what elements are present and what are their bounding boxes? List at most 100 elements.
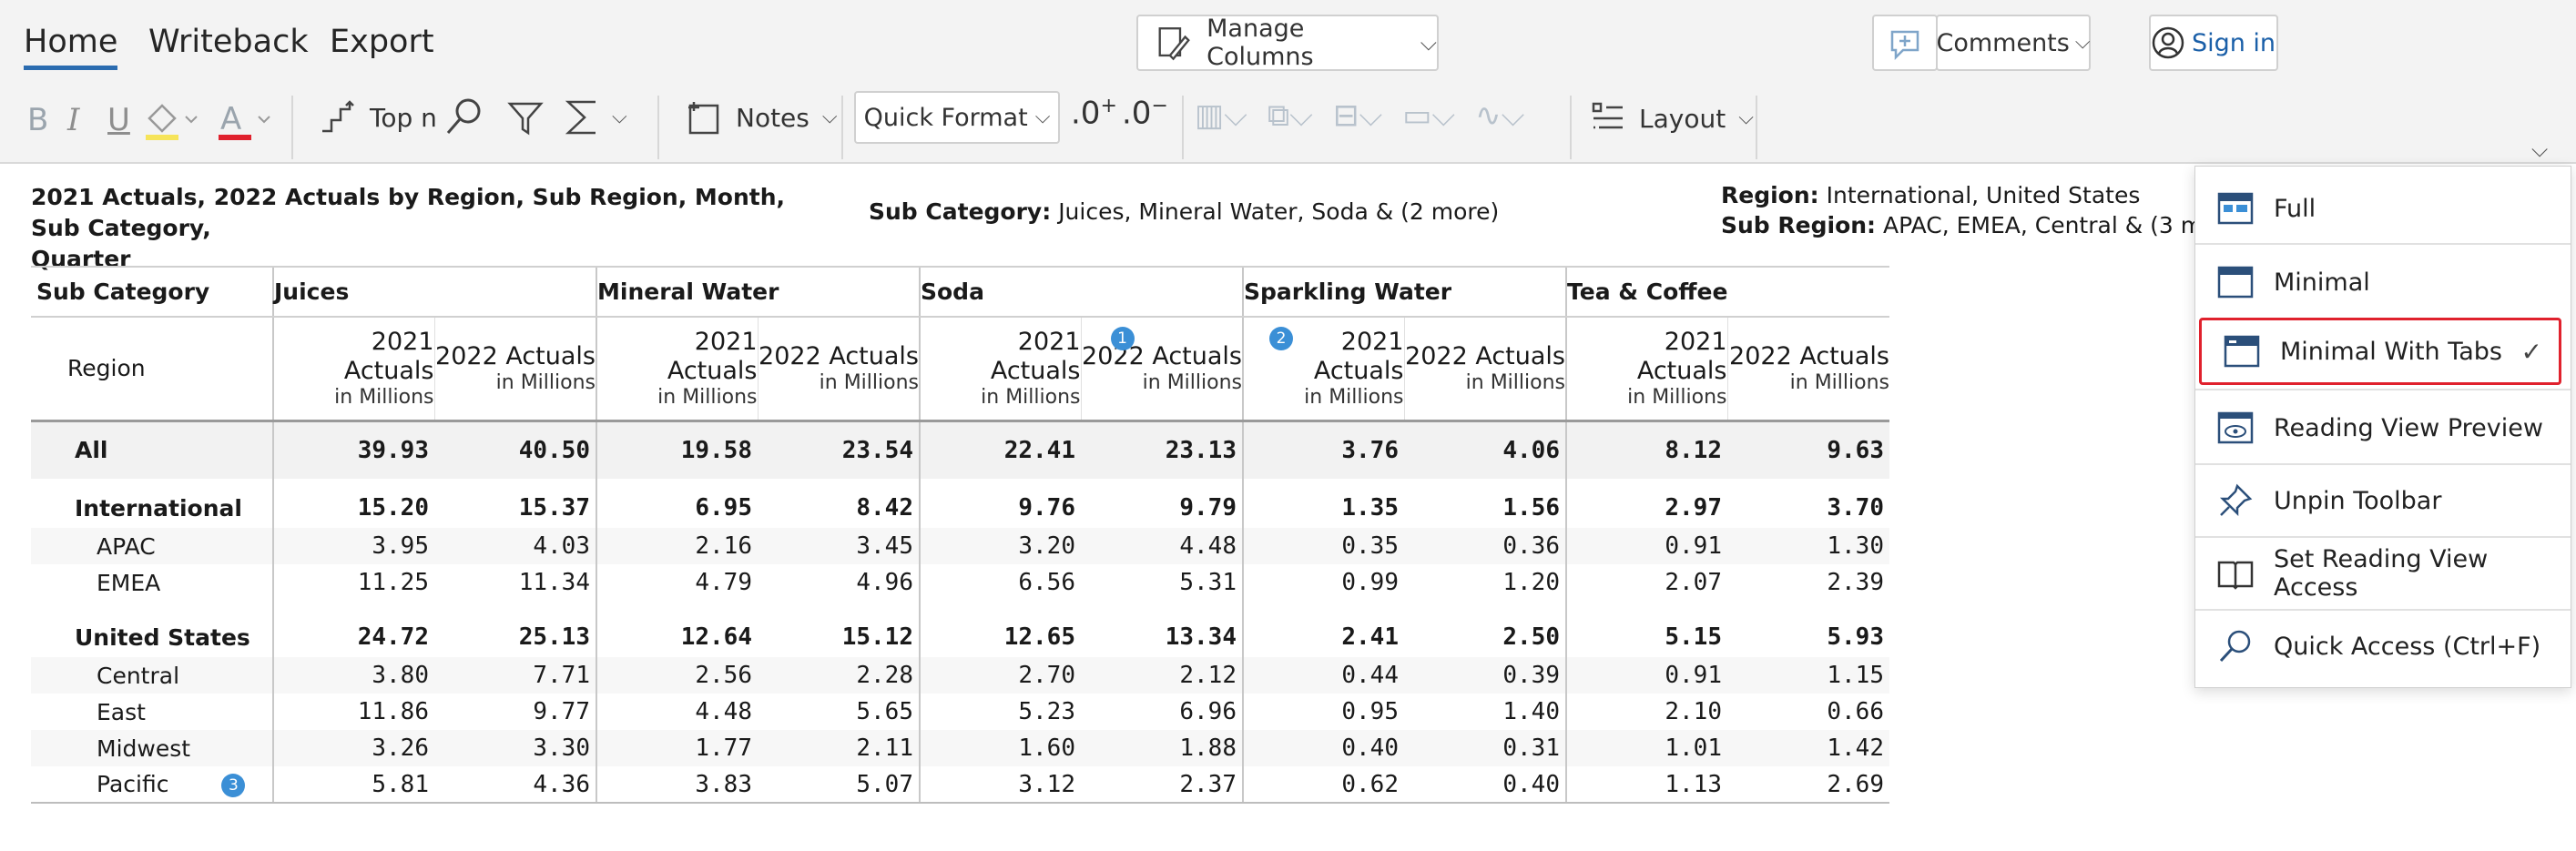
value-cell[interactable]: 4.48 [1081, 528, 1243, 564]
value-cell[interactable]: 1.77 [596, 730, 758, 766]
value-cell[interactable]: 0.95 [1242, 694, 1404, 730]
row-header[interactable]: Sub Category [31, 266, 273, 318]
value-cell[interactable]: 8.42 [758, 488, 920, 528]
value-cell[interactable]: 1.01 [1565, 730, 1727, 766]
font-color-button[interactable]: A [215, 98, 275, 147]
value-cell[interactable]: 0.44 [1242, 657, 1404, 694]
add-comment-button[interactable] [1872, 15, 1938, 71]
tab-writeback[interactable]: Writeback [148, 24, 309, 60]
manage-columns-button[interactable]: Manage Columns ⌵ [1136, 15, 1439, 71]
value-cell[interactable]: 5.23 [919, 694, 1081, 730]
menu-item-set-reading-view-access[interactable]: Set Reading View Access [2195, 540, 2571, 607]
value-cell[interactable]: 3.83 [596, 766, 758, 804]
category-header[interactable]: Tea & Coffee [1565, 266, 1889, 318]
row-label[interactable]: EMEA [31, 564, 273, 601]
table-row[interactable]: Central 3.80 7.71 2.56 2.28 2.70 2.12 0.44 0.39 0… [31, 657, 1889, 694]
increase-decimal-button[interactable]: .0+ [1071, 95, 1117, 131]
value-cell[interactable]: 0.91 [1565, 657, 1727, 694]
value-cell[interactable]: 2.12 [1081, 657, 1243, 694]
row-label[interactable]: International [31, 488, 273, 528]
menu-item-minimal[interactable]: Minimal [2195, 248, 2571, 316]
value-cell[interactable]: 25.13 [434, 617, 596, 657]
value-cell[interactable]: 4.96 [758, 564, 920, 601]
value-cell[interactable]: 1.60 [919, 730, 1081, 766]
value-cell[interactable]: 2.70 [919, 657, 1081, 694]
bold-button[interactable]: B [27, 102, 48, 138]
value-cell[interactable]: 12.65 [919, 617, 1081, 657]
menu-item-unpin-toolbar[interactable]: Unpin Toolbar [2195, 467, 2571, 534]
row-label[interactable]: Midwest [31, 730, 273, 766]
value-cell[interactable]: 1.88 [1081, 730, 1243, 766]
sign-in-button[interactable]: Sign in [2149, 15, 2278, 71]
table-row[interactable]: United States 24.72 25.13 12.64 15.12 12.65 13… [31, 617, 1889, 657]
value-cell[interactable]: 0.66 [1727, 694, 1889, 730]
value-cell[interactable]: 15.12 [758, 617, 920, 657]
value-cell[interactable]: 1.15 [1727, 657, 1889, 694]
table-row[interactable]: East 11.86 9.77 4.48 5.65 5.23 6.96 0.95 1.40 2.1… [31, 694, 1889, 730]
value-cell[interactable]: 3.30 [434, 730, 596, 766]
table-row[interactable]: EMEA 11.25 11.34 4.79 4.96 6.56 5.31 0.99 1.20 2.… [31, 564, 1889, 601]
value-cell[interactable]: 1.13 [1565, 766, 1727, 804]
value-cell[interactable]: 5.07 [758, 766, 920, 804]
value-cell[interactable]: 11.86 [272, 694, 434, 730]
value-cell[interactable]: 0.39 [1404, 657, 1566, 694]
value-cell[interactable]: 0.62 [1242, 766, 1404, 804]
value-cell[interactable]: 2.11 [758, 730, 920, 766]
value-cell[interactable]: 12.64 [596, 617, 758, 657]
value-cell[interactable]: 9.63 [1727, 420, 1889, 479]
filter-button[interactable] [506, 98, 545, 140]
value-cell[interactable]: 2.97 [1565, 488, 1727, 528]
value-cell[interactable]: 9.77 [434, 694, 596, 730]
value-cell[interactable]: 5.81 [272, 766, 434, 804]
value-cell[interactable]: 2.28 [758, 657, 920, 694]
value-cell[interactable]: 40.50 [434, 420, 596, 479]
value-cell[interactable]: 23.54 [758, 420, 920, 479]
quick-format-dropdown[interactable]: Quick Format ⌵ [854, 91, 1060, 144]
annotation-badge[interactable]: 1 [1110, 327, 1135, 350]
value-cell[interactable]: 3.20 [919, 528, 1081, 564]
value-cell[interactable]: 22.41 [919, 420, 1081, 479]
value-cell[interactable]: 3.70 [1727, 488, 1889, 528]
group-icon[interactable]: ⊟⌵ [1333, 100, 1382, 131]
value-cell[interactable]: 1.30 [1727, 528, 1889, 564]
collapse-toolbar-icon[interactable]: ⌵ [2531, 137, 2548, 162]
tab-home[interactable]: Home [24, 24, 118, 70]
value-cell[interactable]: 0.40 [1404, 766, 1566, 804]
category-header[interactable]: Soda [919, 266, 1243, 318]
value-cell[interactable]: 24.72 [272, 617, 434, 657]
fill-color-button[interactable] [142, 98, 202, 147]
table-row[interactable]: APAC 3.95 4.03 2.16 3.45 3.20 4.48 0.35 0.36 0.91… [31, 528, 1889, 564]
annotation-badge[interactable]: 3 [221, 774, 246, 797]
layout-button[interactable]: Layout ⌵ [1590, 100, 1754, 137]
menu-item-full[interactable]: Full [2195, 175, 2571, 242]
comments-dropdown[interactable]: Comments ⌵ [1936, 15, 2091, 71]
category-header[interactable]: Sparkling Water [1242, 266, 1566, 318]
decrease-decimal-button[interactable]: .0− [1122, 95, 1168, 131]
category-header[interactable]: Juices [272, 266, 596, 318]
value-cell[interactable]: 0.31 [1404, 730, 1566, 766]
value-cell[interactable]: 1.40 [1404, 694, 1566, 730]
value-cell[interactable]: 0.99 [1242, 564, 1404, 601]
column-header-region[interactable]: Region [31, 317, 273, 422]
bar-chart-icon[interactable]: ▥⌵ [1195, 100, 1247, 131]
value-cell[interactable]: 1.56 [1404, 488, 1566, 528]
value-cell[interactable]: 0.35 [1242, 528, 1404, 564]
row-label[interactable]: East [31, 694, 273, 730]
value-cell[interactable]: 4.03 [434, 528, 596, 564]
line-chart-icon[interactable]: ∿⌵ [1475, 100, 1524, 131]
menu-item-minimal-with-tabs[interactable]: Minimal With Tabs ✓ [2199, 318, 2561, 385]
value-cell[interactable]: 5.15 [1565, 617, 1727, 657]
row-label[interactable]: Central [31, 657, 273, 694]
value-cell[interactable]: 0.40 [1242, 730, 1404, 766]
value-cell[interactable]: 11.25 [272, 564, 434, 601]
value-cell[interactable]: 9.79 [1081, 488, 1243, 528]
value-cell[interactable]: 2.41 [1242, 617, 1404, 657]
value-cell[interactable]: 2.56 [596, 657, 758, 694]
annotation-badge[interactable]: 2 [1269, 327, 1293, 350]
value-cell[interactable]: 2.50 [1404, 617, 1566, 657]
value-cell[interactable]: 5.31 [1081, 564, 1243, 601]
value-cell[interactable]: 23.13 [1081, 420, 1243, 479]
table-row[interactable]: Midwest 3.26 3.30 1.77 2.11 1.60 1.88 0.40 0.31 1… [31, 730, 1889, 766]
value-cell[interactable]: 4.06 [1404, 420, 1566, 479]
value-cell[interactable]: 15.20 [272, 488, 434, 528]
